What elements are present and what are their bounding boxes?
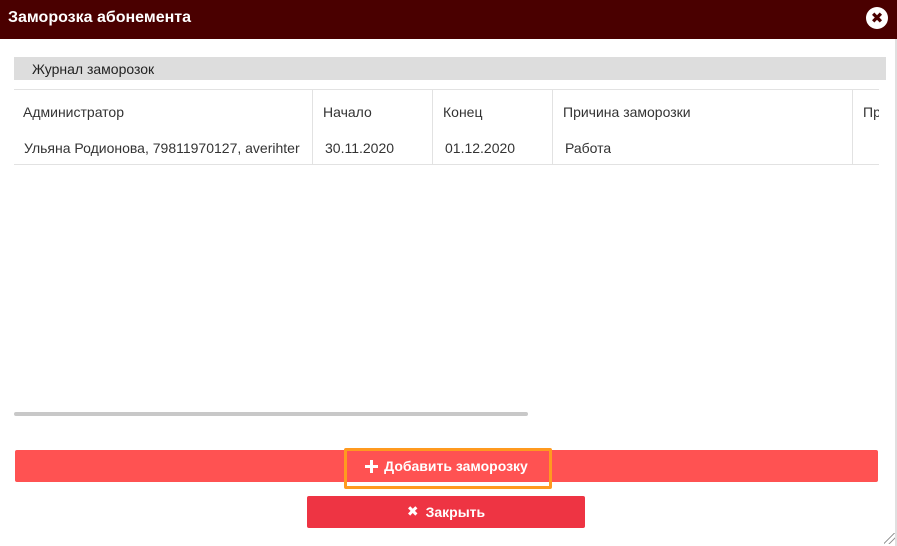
column-header-admin[interactable]: Администратор — [23, 104, 124, 120]
column-separator — [552, 89, 553, 165]
plus-icon — [365, 459, 379, 473]
column-header-truncated[interactable]: Пр — [863, 104, 879, 120]
column-separator — [432, 89, 433, 165]
dialog-title: Заморозка абонемента — [8, 9, 191, 26]
journal-header-label: Журнал заморозок — [32, 61, 155, 77]
horizontal-scrollbar-thumb[interactable] — [14, 412, 528, 416]
add-freeze-button[interactable]: Добавить заморозку — [15, 450, 878, 482]
resize-grip-icon[interactable] — [884, 533, 895, 544]
column-header-reason[interactable]: Причина заморозки — [563, 104, 691, 120]
column-separator — [852, 89, 853, 165]
close-button[interactable]: ✖ Закрыть — [307, 496, 585, 528]
cell-end: 01.12.2020 — [445, 140, 516, 156]
close-icon[interactable]: ✖ — [866, 7, 888, 29]
table-top-border — [14, 89, 879, 90]
table-row-divider — [14, 164, 879, 165]
cell-admin: Ульяна Родионова, 79811970127, averihter — [24, 140, 300, 156]
close-label: Закрыть — [425, 504, 486, 520]
freeze-journal-table: Администратор Начало Конец Причина замор… — [14, 89, 879, 419]
column-header-start[interactable]: Начало — [323, 104, 372, 120]
add-freeze-label: Добавить заморозку — [384, 458, 528, 474]
dialog-titlebar: Заморозка абонемента ✖ — [0, 0, 897, 39]
cell-start: 30.11.2020 — [325, 140, 395, 156]
cell-reason: Работа — [565, 140, 612, 156]
freeze-subscription-dialog: Заморозка абонемента ✖ Журнал заморозок … — [0, 0, 897, 546]
journal-header: Журнал заморозок — [14, 57, 886, 80]
column-separator — [312, 89, 313, 165]
column-header-end[interactable]: Конец — [443, 104, 482, 120]
x-icon: ✖ — [406, 504, 419, 520]
